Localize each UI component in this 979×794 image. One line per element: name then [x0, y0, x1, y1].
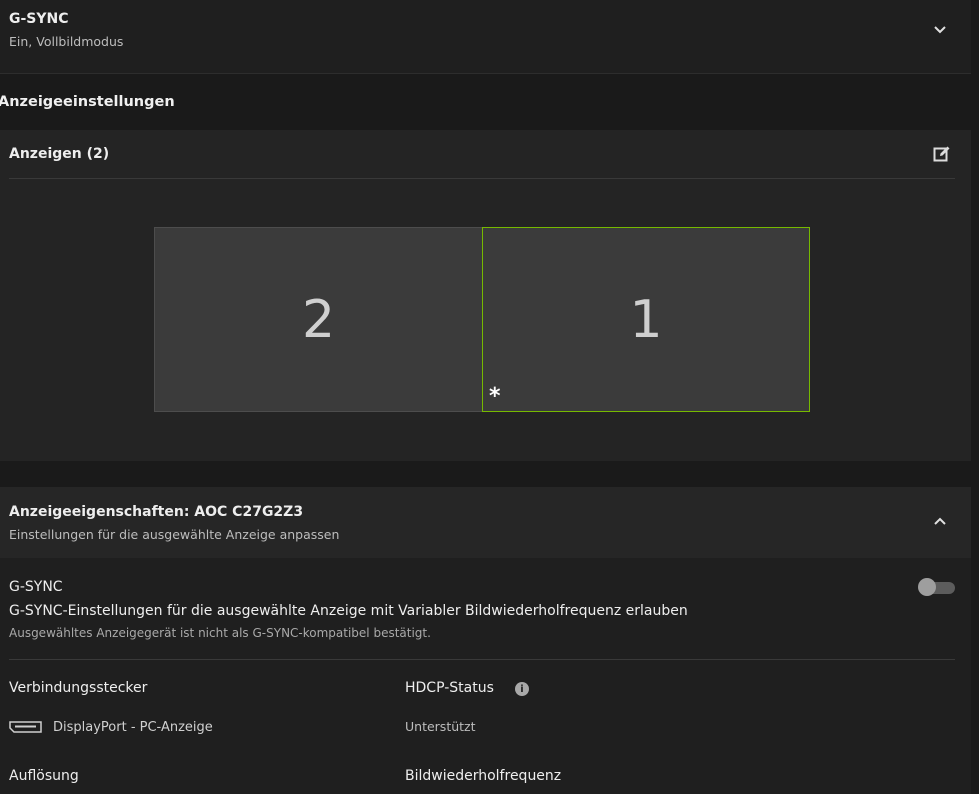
- gsync-summary-subtitle: Ein, Vollbildmodus: [9, 34, 124, 49]
- display-properties-header[interactable]: [0, 487, 971, 558]
- chevron-down-icon[interactable]: [928, 17, 952, 41]
- gsync-compatibility-note: Ausgewähltes Anzeigegerät ist nicht als …: [9, 626, 431, 640]
- toggle-knob: [918, 578, 936, 596]
- gsync-summary-row[interactable]: [0, 0, 971, 74]
- monitor-number: 1: [629, 289, 663, 350]
- display-properties-title: Anzeigeeigenschaften: AOC C27G2Z3: [9, 504, 304, 520]
- refresh-rate-label: Bildwiederholfrequenz: [405, 768, 562, 784]
- display-properties-subtitle: Einstellungen für die ausgewählte Anzeig…: [9, 527, 340, 542]
- hdcp-label: HDCP-Status: [405, 680, 494, 696]
- display-properties-panel: [0, 558, 971, 794]
- gsync-toggle[interactable]: [918, 578, 955, 596]
- displays-title: Anzeigen (2): [9, 146, 110, 162]
- divider: [9, 659, 955, 660]
- section-heading: Anzeigeeinstellungen: [0, 94, 175, 110]
- connector-value: DisplayPort - PC-Anzeige: [53, 720, 213, 735]
- info-icon[interactable]: i: [515, 682, 529, 696]
- connector-label: Verbindungsstecker: [9, 680, 148, 696]
- monitor-2[interactable]: 2: [154, 227, 483, 412]
- primary-display-marker: *: [489, 384, 501, 409]
- gsync-description: G-SYNC-Einstellungen für die ausgewählte…: [9, 603, 688, 619]
- resolution-label: Auflösung: [9, 768, 79, 784]
- hdcp-value: Unterstützt: [405, 719, 476, 734]
- monitor-1-selected[interactable]: 1: [482, 227, 810, 412]
- edit-icon[interactable]: [932, 144, 952, 164]
- monitor-number: 2: [301, 289, 336, 350]
- divider: [9, 178, 955, 179]
- gsync-label: G-SYNC: [9, 579, 63, 595]
- displayport-icon: [9, 721, 42, 733]
- gsync-summary-title: G-SYNC: [9, 11, 69, 27]
- chevron-up-icon[interactable]: [928, 510, 952, 534]
